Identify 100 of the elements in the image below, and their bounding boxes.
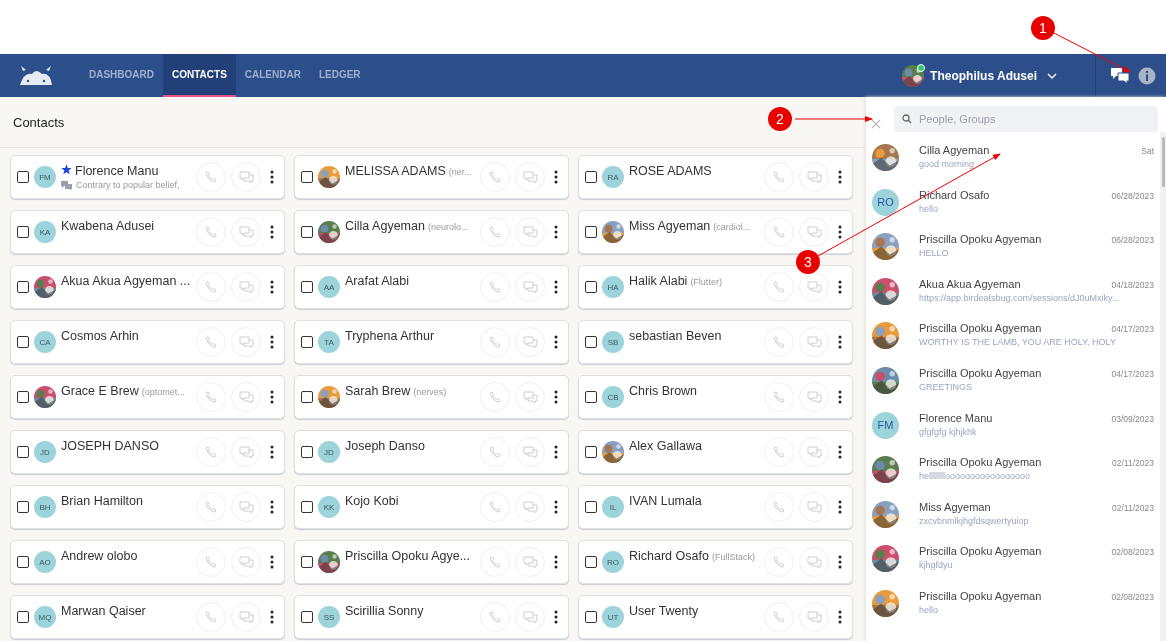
more-icon[interactable] <box>838 445 842 459</box>
conversation-item[interactable]: Priscilla Opoku Agyeman 02/08/2023 hello <box>866 581 1160 627</box>
more-icon[interactable] <box>270 335 274 349</box>
more-icon[interactable] <box>554 335 558 349</box>
checkbox[interactable] <box>17 611 29 623</box>
checkbox[interactable] <box>301 611 313 623</box>
search-field[interactable]: People, Groups <box>894 106 1158 132</box>
checkbox[interactable] <box>585 336 597 348</box>
checkbox[interactable] <box>17 281 29 293</box>
checkbox[interactable] <box>585 611 597 623</box>
conversation-date: 06/28/2023 <box>1111 190 1154 201</box>
more-icon[interactable] <box>838 170 842 184</box>
conversation-item[interactable]: Cilla Agyeman Sat good morning <box>866 136 1160 181</box>
checkbox[interactable] <box>17 226 29 238</box>
checkbox[interactable] <box>585 281 597 293</box>
phone-icon <box>205 501 217 513</box>
more-icon[interactable] <box>554 445 558 459</box>
more-icon[interactable] <box>554 225 558 239</box>
more-icon[interactable] <box>270 390 274 404</box>
contact-name: Kojo Kobi <box>345 494 399 508</box>
chevron-down-icon[interactable] <box>1047 72 1057 79</box>
checkbox[interactable] <box>17 336 29 348</box>
conversation-item[interactable]: FM Florence Manu 03/09/2023 gfgfgfg kjhjkhk <box>866 403 1160 449</box>
more-icon[interactable] <box>554 280 558 294</box>
more-icon[interactable] <box>554 555 558 569</box>
checkbox[interactable] <box>585 171 597 183</box>
checkbox[interactable] <box>301 501 313 513</box>
more-icon[interactable] <box>838 335 842 349</box>
more-icon[interactable] <box>554 170 558 184</box>
info-icon[interactable] <box>1138 66 1156 85</box>
more-icon[interactable] <box>270 225 274 239</box>
conversation-item[interactable]: Priscilla Opoku Agyeman 04/17/2023 WORTHY IS THE LAMB, YOU ARE HOLY, HOLY <box>866 314 1160 359</box>
chat-icon <box>522 170 538 184</box>
contact-tag: (Flutter) <box>690 277 722 287</box>
more-icon[interactable] <box>554 390 558 404</box>
more-icon[interactable] <box>554 500 558 514</box>
conversation-date: 03/09/2023 <box>1111 413 1154 424</box>
chat-icon[interactable] <box>1110 66 1130 85</box>
chat-icon <box>238 280 254 294</box>
more-icon[interactable] <box>270 555 274 569</box>
chat-icon <box>522 500 538 514</box>
checkbox[interactable] <box>301 556 313 568</box>
conversation-name: Priscilla Opoku Agyeman <box>919 233 1042 246</box>
conversation-item[interactable]: Priscilla Opoku Agyeman 06/28/2023 HELLO <box>866 225 1160 270</box>
conversation-item[interactable]: Akua Akua Agyeman 04/18/2023 https://app.birdeatsbug.com/sessions/dJ0uMxiky... <box>866 269 1160 315</box>
checkbox[interactable] <box>585 446 597 458</box>
more-icon[interactable] <box>270 280 274 294</box>
phone-icon <box>205 281 217 293</box>
more-icon[interactable] <box>838 610 842 624</box>
conversation-item[interactable]: Priscilla Opoku Agyeman 02/08/2023 kjhgfdyu <box>866 537 1160 582</box>
avatar-initials: AO <box>34 551 56 573</box>
more-icon[interactable] <box>554 610 558 624</box>
phone-icon <box>773 391 785 403</box>
chat-icon <box>238 610 254 624</box>
conversation-item[interactable]: Priscilla Opoku Agyeman 02/11/2023 hellllllllooooooooooooooooo <box>866 448 1160 493</box>
checkbox[interactable] <box>17 391 29 403</box>
message-button[interactable] <box>799 272 829 302</box>
chat-icon <box>806 610 822 624</box>
contact-name: JOSEPH DANSO <box>61 439 159 453</box>
conversation-name: Priscilla Opoku Agyeman <box>919 366 1042 379</box>
more-icon[interactable] <box>838 390 842 404</box>
checkbox[interactable] <box>301 171 313 183</box>
checkbox[interactable] <box>585 501 597 513</box>
checkbox[interactable] <box>301 446 313 458</box>
checkbox[interactable] <box>17 501 29 513</box>
nav-tab[interactable]: LEDGER <box>309 54 370 97</box>
conversation-item[interactable]: Miss Agyeman 02/11/2023 zxcvbnmlkjhgfdsqwertyuiop <box>866 492 1160 538</box>
checkbox[interactable] <box>17 446 29 458</box>
nav-tab[interactable]: DASHBOARD <box>80 54 163 97</box>
checkbox[interactable] <box>301 226 313 238</box>
conversation-item[interactable]: Priscilla Opoku Agyeman 04/17/2023 GREETINGS <box>866 358 1160 404</box>
conversation-name: Priscilla Opoku Agyeman <box>919 322 1042 335</box>
checkbox[interactable] <box>301 391 313 403</box>
checkbox[interactable] <box>17 556 29 568</box>
more-icon[interactable] <box>270 445 274 459</box>
more-icon[interactable] <box>838 555 842 569</box>
more-icon[interactable] <box>838 225 842 239</box>
nav-tab[interactable]: CONTACTS <box>163 54 236 97</box>
nav-tab[interactable]: CALENDAR <box>235 54 310 97</box>
avatar-initials: TA <box>318 331 340 353</box>
checkbox[interactable] <box>17 171 29 183</box>
checkbox[interactable] <box>585 391 597 403</box>
more-icon[interactable] <box>270 500 274 514</box>
scrollbar[interactable] <box>1162 137 1165 187</box>
more-icon[interactable] <box>270 170 274 184</box>
checkbox[interactable] <box>301 336 313 348</box>
checkbox[interactable] <box>585 556 597 568</box>
contact-name: Florence Manu <box>75 164 159 178</box>
checkbox[interactable] <box>585 226 597 238</box>
logo-icon[interactable] <box>18 65 54 86</box>
chat-icon <box>522 610 538 624</box>
phone-icon <box>205 391 217 403</box>
checkbox[interactable] <box>301 281 313 293</box>
more-icon[interactable] <box>270 610 274 624</box>
more-icon[interactable] <box>838 280 842 294</box>
conversation-date: 06/28/2023 <box>1111 235 1154 246</box>
contact-name: Marwan Qaiser <box>61 604 146 618</box>
more-icon[interactable] <box>838 500 842 514</box>
contact-name: Cosmos Arhin <box>61 329 139 343</box>
user-name[interactable]: Theophilus Adusei <box>930 68 1037 83</box>
